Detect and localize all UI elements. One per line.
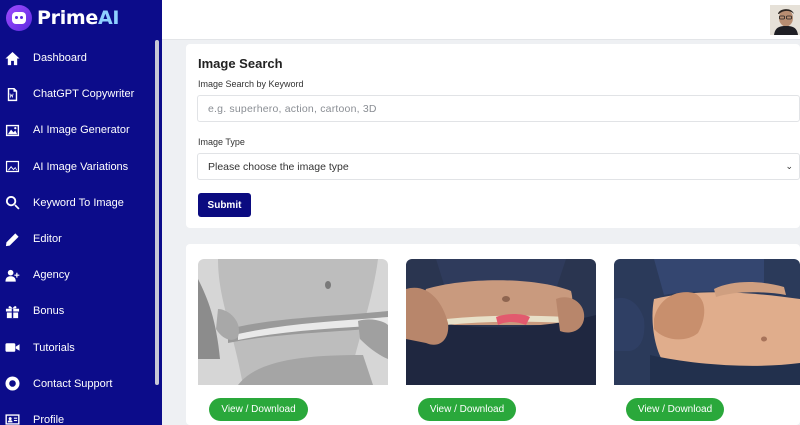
view-download-button[interactable]: View / Download [209, 398, 308, 421]
sidebar-item-label: AI Image Generator [33, 124, 130, 137]
pencil-icon [4, 231, 20, 247]
sidebar-scrollbar[interactable] [155, 40, 159, 385]
sidebar-item-profile[interactable]: Profile [0, 402, 155, 425]
sidebar-item-label: Editor [33, 233, 62, 246]
lifebuoy-icon [4, 376, 20, 392]
sidebar-item-agency[interactable]: Agency [0, 257, 155, 293]
sidebar-item-label: Tutorials [33, 341, 75, 354]
image-icon [4, 122, 20, 138]
result-image[interactable] [198, 259, 388, 385]
sidebar-item-label: Keyword To Image [33, 196, 124, 209]
gift-icon [4, 303, 20, 319]
sidebar-item-bonus[interactable]: Bonus [0, 293, 155, 329]
sidebar-nav: Dashboard ChatGPT Copywriter AI Image Ge… [0, 40, 155, 425]
sidebar: PrimeAI Dashboard ChatGPT Copywriter AI … [0, 0, 162, 425]
image-type-label: Image Type [198, 137, 245, 147]
view-download-button[interactable]: View / Download [418, 398, 516, 421]
chevron-down-icon: ⌄ [785, 161, 793, 171]
video-icon [4, 340, 20, 356]
document-w-icon [4, 86, 20, 102]
sidebar-item-dashboard[interactable]: Dashboard [0, 40, 155, 76]
avatar[interactable] [770, 5, 800, 35]
image-type-selected: Please choose the image type [208, 160, 349, 173]
sidebar-item-label: Agency [33, 269, 70, 282]
image-outline-icon [4, 159, 20, 175]
brand-logo[interactable]: PrimeAI [0, 0, 162, 36]
top-header [162, 0, 800, 40]
sidebar-item-tutorials[interactable]: Tutorials [0, 330, 155, 366]
sidebar-item-keyword-to-image[interactable]: Keyword To Image [0, 185, 155, 221]
result-card: View / Download [606, 244, 800, 425]
sidebar-item-ai-image-variations[interactable]: AI Image Variations [0, 149, 155, 185]
sidebar-item-label: ChatGPT Copywriter [33, 88, 135, 101]
sidebar-item-chatgpt-copywriter[interactable]: ChatGPT Copywriter [0, 76, 155, 112]
result-image[interactable] [406, 259, 596, 385]
brand-name: PrimeAI [37, 7, 120, 29]
user-plus-icon [4, 267, 20, 283]
image-search-card: Image Search Image Search by Keyword e.g… [186, 44, 800, 228]
image-type-select[interactable]: Please choose the image type ⌄ [197, 153, 800, 180]
result-card: View / Download [396, 244, 606, 425]
sidebar-item-contact-support[interactable]: Contact Support [0, 366, 155, 402]
sidebar-item-ai-image-generator[interactable]: AI Image Generator [0, 112, 155, 148]
sidebar-item-editor[interactable]: Editor [0, 221, 155, 257]
robot-logo-icon [6, 5, 32, 31]
sidebar-item-label: Bonus [33, 305, 65, 318]
sidebar-item-label: Contact Support [33, 377, 113, 390]
home-icon [4, 50, 20, 66]
keyword-search-input[interactable]: e.g. superhero, action, cartoon, 3D [197, 95, 800, 122]
result-card: View / Download [186, 244, 396, 425]
keyword-label: Image Search by Keyword [198, 79, 304, 89]
sidebar-item-label: AI Image Variations [33, 160, 129, 173]
result-image[interactable] [614, 259, 800, 385]
submit-button[interactable]: Submit [198, 193, 251, 217]
sidebar-item-label: Profile [33, 413, 65, 425]
sidebar-item-label: Dashboard [33, 52, 87, 65]
view-download-button[interactable]: View / Download [626, 398, 724, 421]
results-grid: View / Download View / Download View / D… [186, 244, 800, 425]
card-title: Image Search [198, 56, 283, 71]
search-icon [4, 195, 20, 211]
id-card-icon [4, 412, 20, 425]
